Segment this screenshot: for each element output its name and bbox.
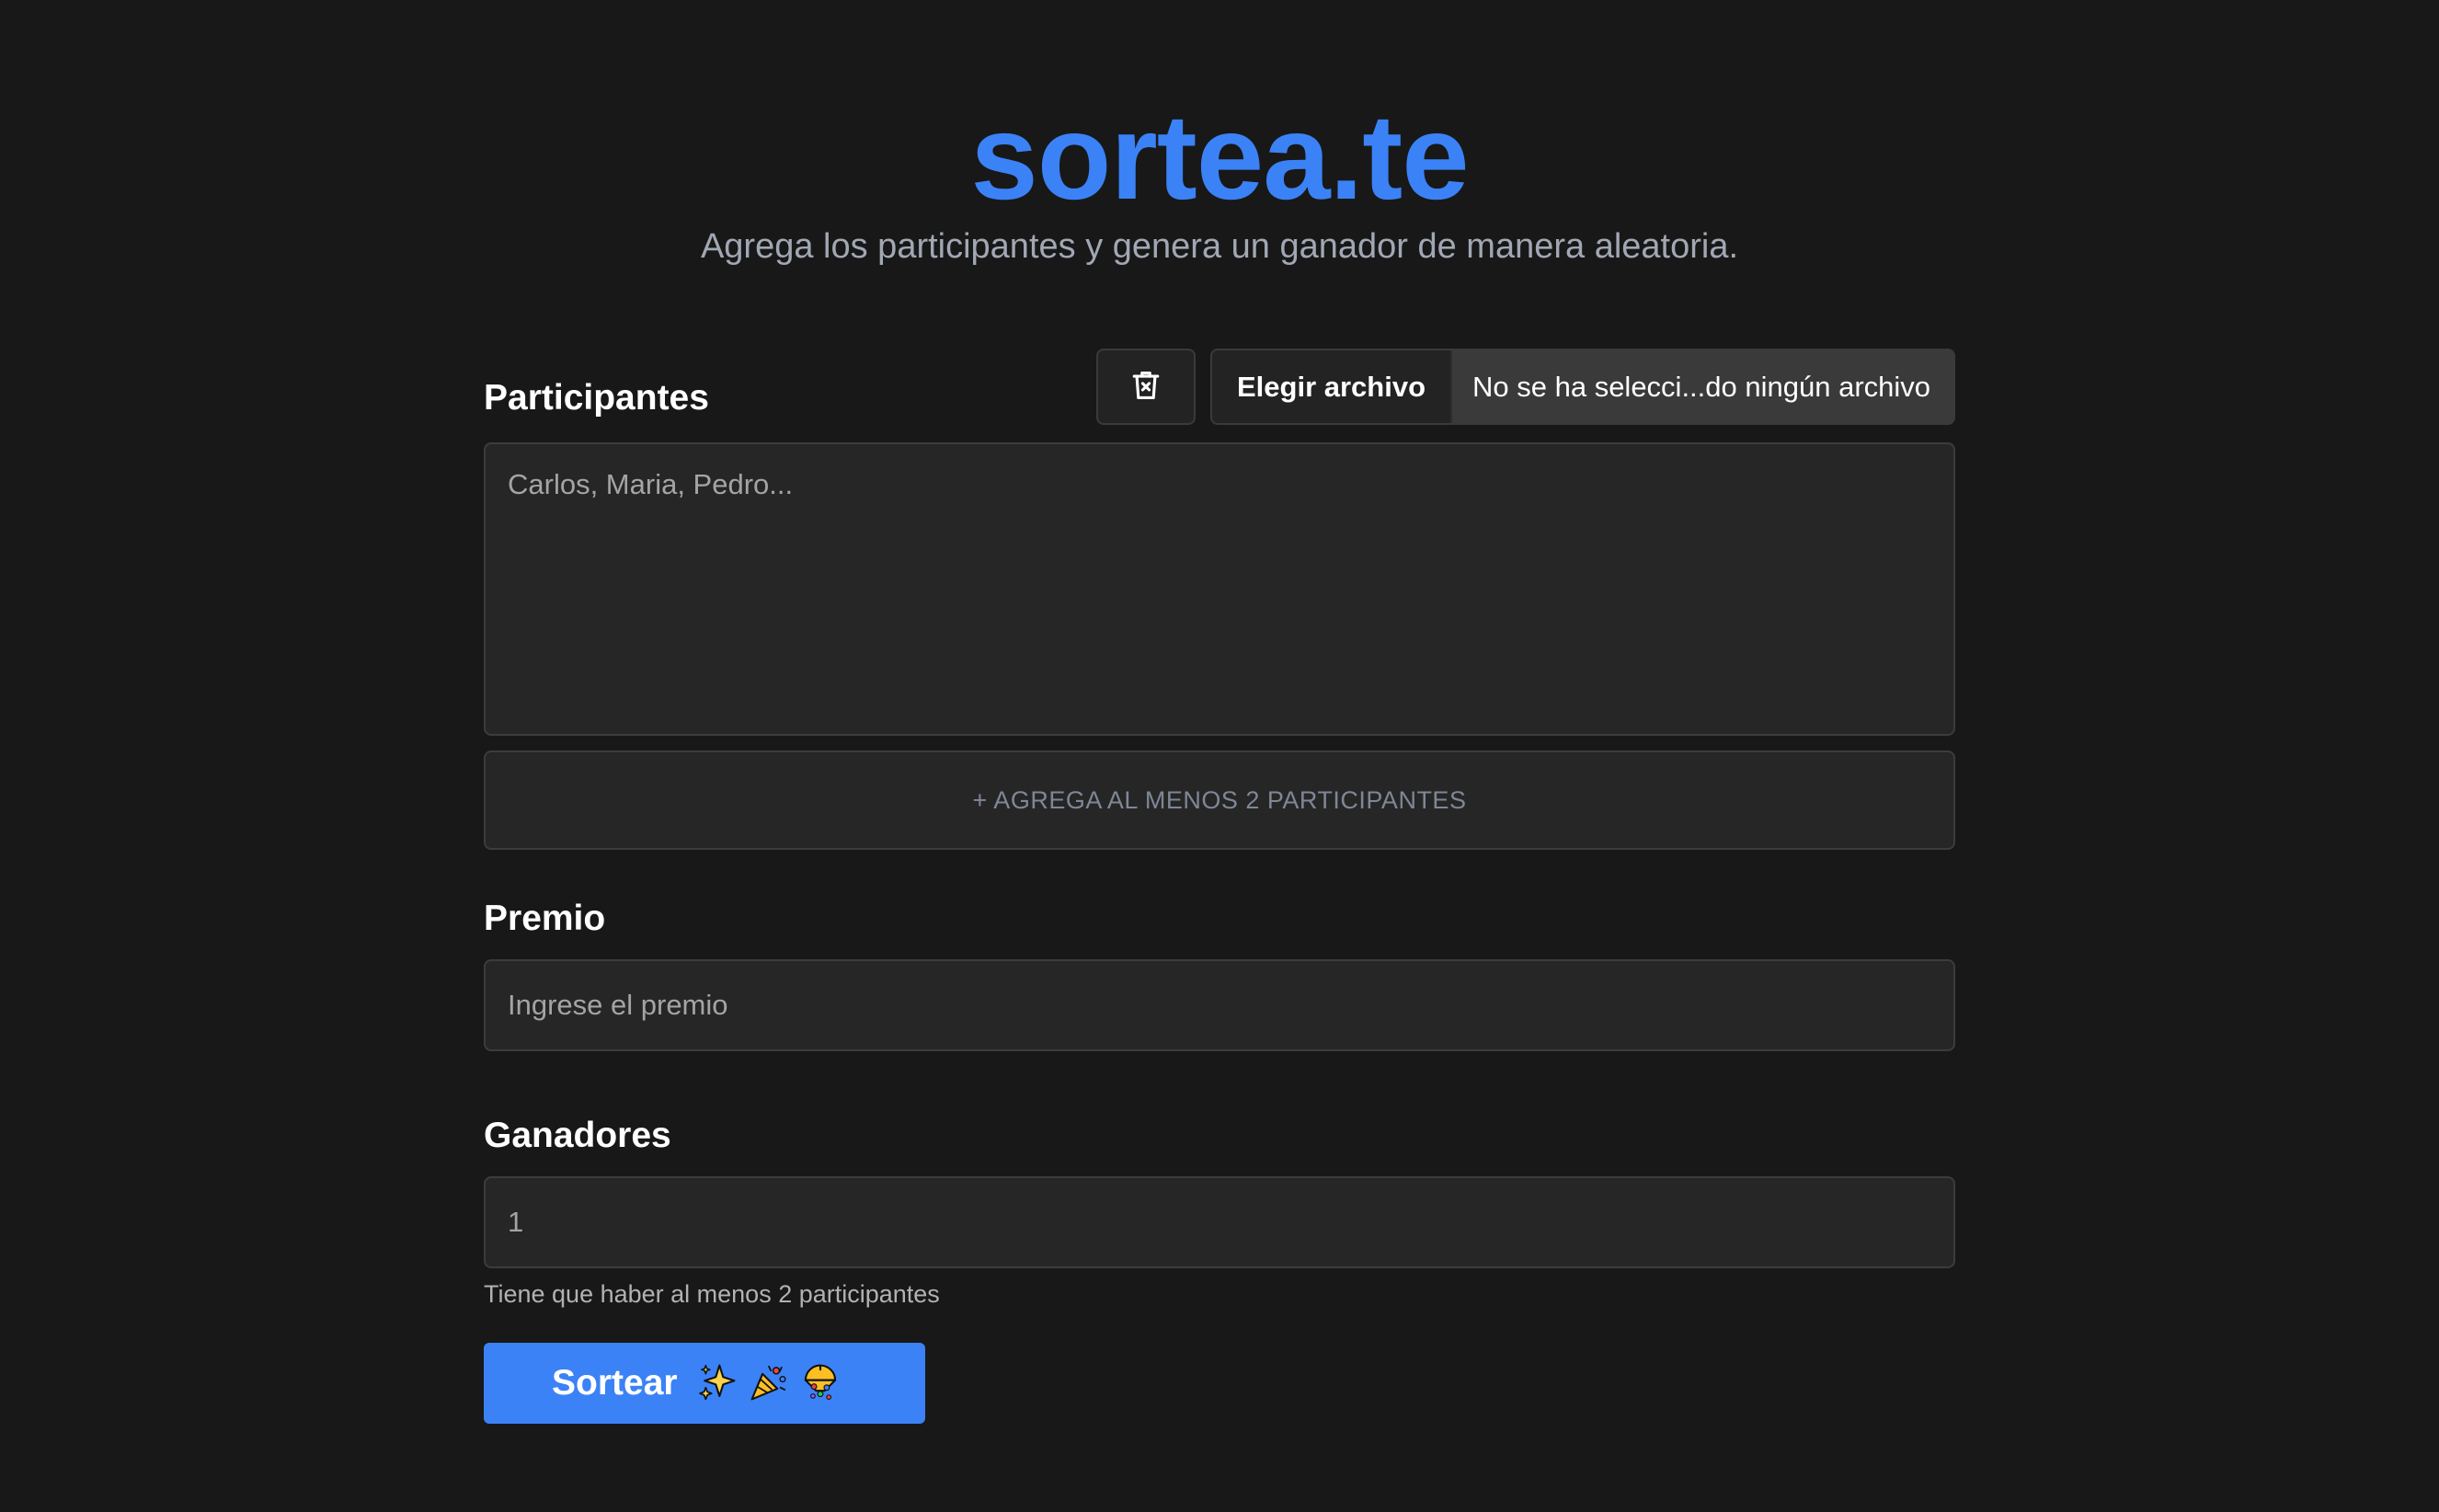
winners-hint: Tiene que haber al menos 2 participantes <box>484 1280 940 1308</box>
clear-participants-button[interactable] <box>1096 349 1196 425</box>
confetti-ball-icon <box>799 1361 842 1406</box>
sparkles-icon <box>696 1361 739 1406</box>
prize-label: Premio <box>484 899 606 938</box>
participants-textarea[interactable] <box>484 442 1955 736</box>
page: sortea.te Agrega los participantes y gen… <box>0 0 2439 1512</box>
trash-icon <box>1130 368 1162 406</box>
app-logo: sortea.te <box>970 89 1469 224</box>
prize-input[interactable] <box>484 959 1955 1051</box>
choose-file-button[interactable]: Elegir archivo <box>1212 350 1452 423</box>
draw-button[interactable]: Sortear <box>484 1343 925 1424</box>
participants-label: Participantes <box>484 378 709 418</box>
file-upload[interactable]: Elegir archivo No se ha selecci...do nin… <box>1210 349 1955 425</box>
file-status: No se ha selecci...do ningún archivo <box>1472 370 1931 403</box>
party-popper-icon <box>748 1361 790 1406</box>
app-subtitle: Agrega los participantes y genera un gan… <box>700 227 1739 266</box>
winners-input[interactable] <box>484 1176 1955 1268</box>
add-participants-button[interactable]: + AGREGA AL MENOS 2 PARTICIPANTES <box>484 750 1955 850</box>
winners-label: Ganadores <box>484 1116 671 1155</box>
draw-button-icons <box>696 1361 842 1406</box>
draw-button-label: Sortear <box>552 1363 678 1403</box>
